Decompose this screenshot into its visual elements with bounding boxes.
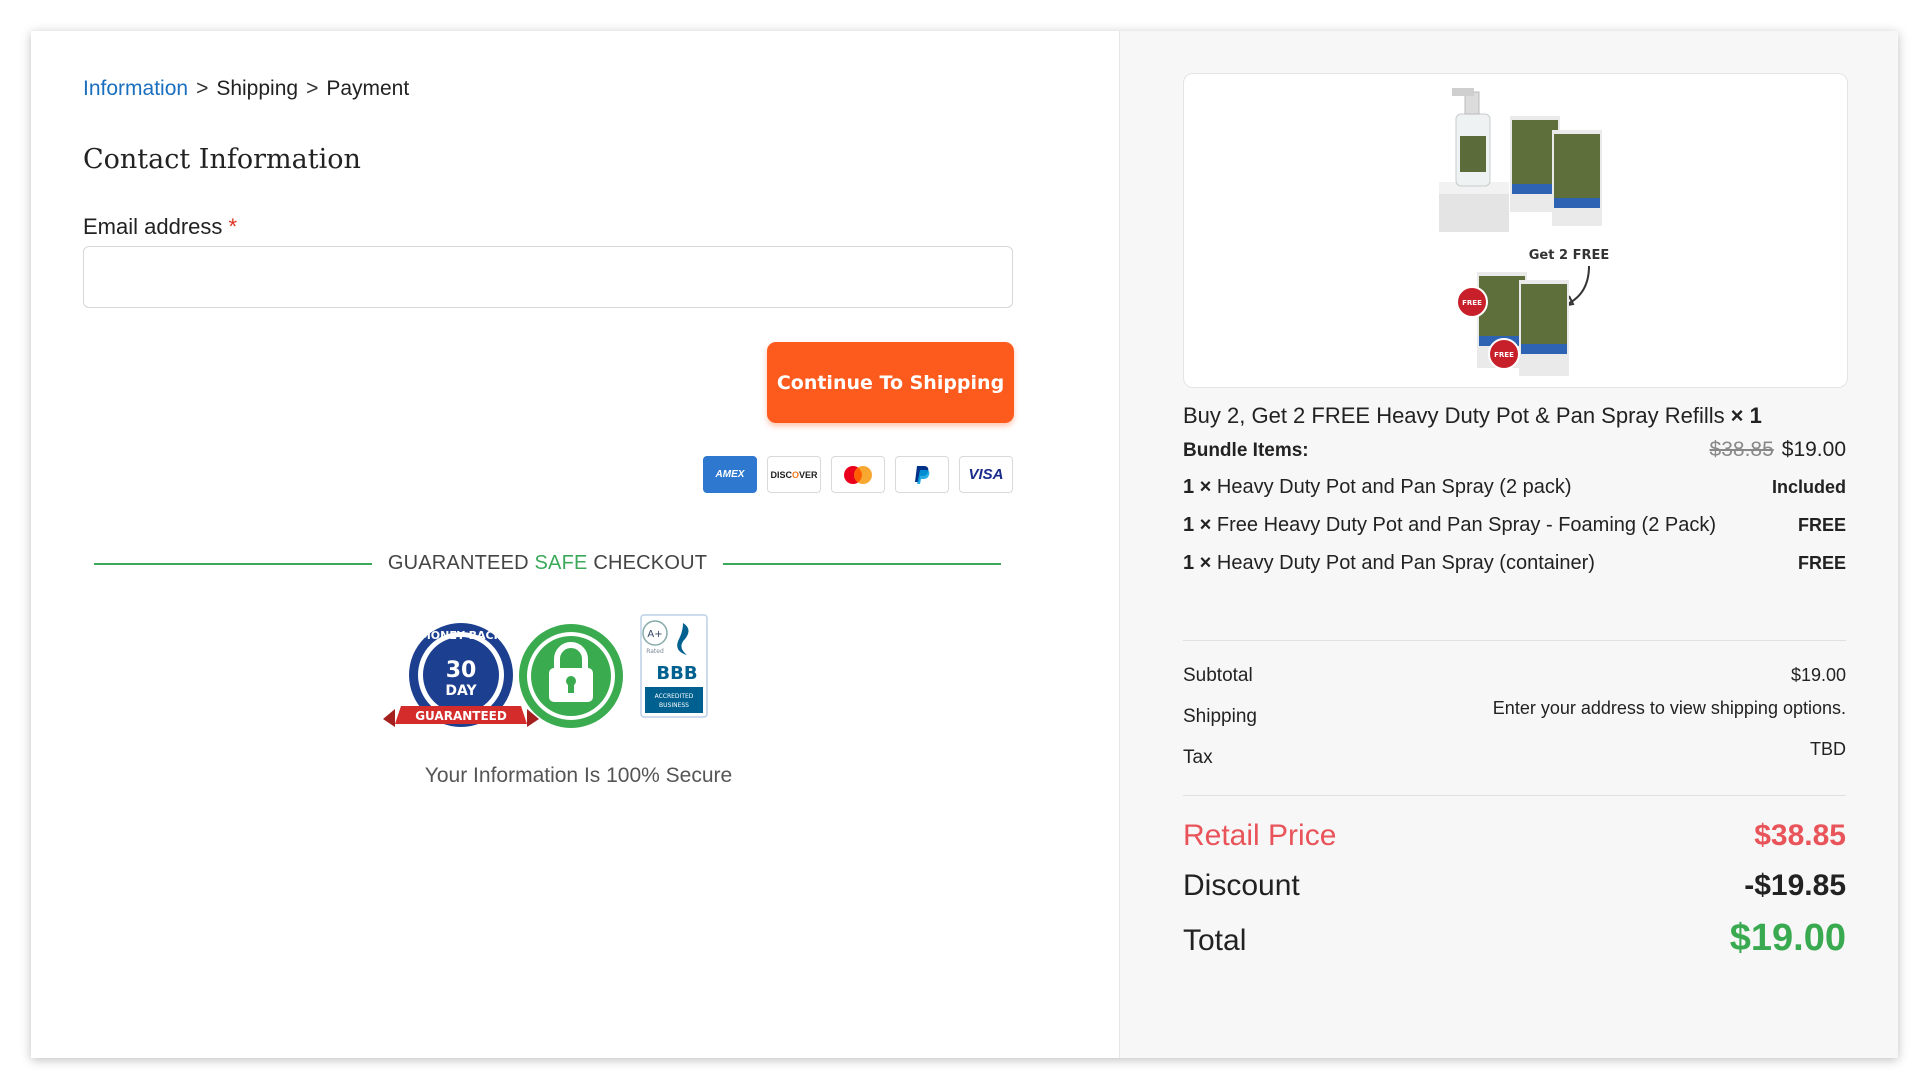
total-row: Total $19.00 <box>1183 917 1846 960</box>
price-original: $38.85 <box>1709 438 1774 461</box>
product-name: Buy 2, Get 2 FREE Heavy Duty Pot & Pan S… <box>1183 403 1725 428</box>
discover-icon: DISC O VER <box>767 456 821 493</box>
subtotal-label: Subtotal <box>1183 665 1253 686</box>
divider-line <box>94 562 372 565</box>
total-label: Total <box>1183 924 1247 957</box>
retail-price-value: $38.85 <box>1754 819 1846 852</box>
breadcrumb-separator: > <box>196 77 209 100</box>
continue-to-shipping-button[interactable]: Continue To Shipping <box>767 342 1014 423</box>
bundle-item-name: 1 × Heavy Duty Pot and Pan Spray (contai… <box>1183 552 1595 574</box>
breadcrumb-payment: Payment <box>326 77 410 100</box>
shipping-row: Shipping Enter your address to view ship… <box>1183 698 1846 728</box>
bundle-item-tag: Included <box>1771 477 1846 497</box>
svg-text:BUSINESS: BUSINESS <box>659 702 689 709</box>
discount-label: Discount <box>1183 869 1300 902</box>
divider-line <box>723 562 1001 565</box>
visa-icon: VISA <box>959 456 1013 493</box>
svg-text:GUARANTEED: GUARANTEED <box>415 709 507 723</box>
svg-text:FREE: FREE <box>1462 299 1482 307</box>
svg-text:FREE: FREE <box>1494 351 1514 359</box>
email-input[interactable] <box>83 246 1013 308</box>
svg-text:DAY: DAY <box>445 683 477 699</box>
bundle-item-row: 1 × Free Heavy Duty Pot and Pan Spray - … <box>1183 514 1846 537</box>
tax-row: Tax TBD <box>1183 739 1846 769</box>
price-current: $19.00 <box>1781 438 1846 461</box>
svg-text:30: 30 <box>446 658 477 683</box>
bundle-item-tag: FREE <box>1797 553 1846 573</box>
bundle-item-row: 1 × Heavy Duty Pot and Pan Spray (2 pack… <box>1183 476 1846 499</box>
retail-price-label: Retail Price <box>1183 819 1337 852</box>
product-title: Buy 2, Get 2 FREE Heavy Duty Pot & Pan S… <box>1183 403 1762 429</box>
breadcrumb-shipping: Shipping <box>216 77 299 100</box>
product-image: Get 2 FREE FREE FREE <box>1183 73 1848 388</box>
required-mark: * <box>228 214 238 239</box>
bundle-items-label: Bundle Items: <box>1183 440 1309 461</box>
totals-divider <box>1183 795 1846 796</box>
svg-text:Rated: Rated <box>646 648 664 655</box>
product-quantity: × 1 <box>1730 403 1762 428</box>
secure-information-text: Your Information Is 100% Secure <box>424 764 733 787</box>
breadcrumb: Information > Shipping > Payment <box>83 77 409 101</box>
bundle-item-name: 1 × Heavy Duty Pot and Pan Spray (2 pack… <box>1183 476 1572 498</box>
free-pouches-image: FREE FREE <box>1456 272 1569 376</box>
summary-divider <box>1183 640 1846 641</box>
subtotal-row: Subtotal $19.00 <box>1183 665 1846 687</box>
retail-price-row: Retail Price $38.85 <box>1183 819 1846 853</box>
get-2-free-caption: Get 2 FREE <box>1529 248 1609 263</box>
mastercard-icon <box>831 456 885 493</box>
bundle-item-name: 1 × Free Heavy Duty Pot and Pan Spray - … <box>1183 514 1717 536</box>
email-label: Email address * <box>83 214 237 240</box>
shipping-value: Enter your address to view shipping opti… <box>1492 698 1846 718</box>
checkout-form-panel: Information > Shipping > Payment Contact Inf… <box>31 31 1119 1058</box>
guaranteed-safe-checkout: GUARANTEED SAFE CHECKOUT <box>94 552 1001 575</box>
guaranteed-safe-checkout-label: GUARANTEED SAFE CHECKOUT <box>387 552 708 574</box>
shipping-label: Shipping <box>1183 706 1257 727</box>
breadcrumb-separator: > <box>306 77 319 100</box>
svg-text:ACCREDITED: ACCREDITED <box>655 693 694 700</box>
svg-text:A+: A+ <box>647 629 662 640</box>
order-summary-panel: Get 2 FREE FREE FREE Buy 2, Get 2 FREE H… <box>1119 31 1898 1058</box>
bundle-item-row: 1 × Heavy Duty Pot and Pan Spray (contai… <box>1183 552 1846 575</box>
checkout-card: Information > Shipping > Payment Contact Inf… <box>31 31 1898 1058</box>
payment-icons: AMEX DISC O VER VISA <box>703 456 1013 493</box>
amex-icon: AMEX <box>703 456 757 493</box>
total-value: $19.00 <box>1729 917 1846 959</box>
bundle-price: $38.85 $19.00 <box>1710 438 1846 462</box>
bundle-item-tag: FREE <box>1797 515 1846 535</box>
tax-label: Tax <box>1183 747 1213 768</box>
money-back-guarantee-badge: MONEY BACK 30 DAY GUARANTEED <box>383 623 539 727</box>
discount-row: Discount -$19.85 <box>1183 869 1846 903</box>
email-label-text: Email address <box>83 214 223 239</box>
breadcrumb-information[interactable]: Information <box>83 77 188 100</box>
product-bundle-image <box>1439 88 1602 232</box>
tax-value: TBD <box>1810 739 1846 759</box>
subtotal-value: $19.00 <box>1790 665 1846 685</box>
trust-badges: MONEY BACK 30 DAY GUARANTEED A+ Rated BB… <box>383 614 708 728</box>
bbb-accredited-badge: A+ Rated BBB ACCREDITED BUSINESS <box>640 614 708 718</box>
svg-text:BBB: BBB <box>656 663 697 684</box>
discount-value: -$19.85 <box>1744 869 1846 902</box>
paypal-icon <box>895 456 949 493</box>
contact-information-title: Contact Information <box>83 144 361 175</box>
padlock-badge <box>519 624 623 728</box>
svg-text:MONEY BACK: MONEY BACK <box>420 629 503 642</box>
bundle-items-row: Bundle Items: $38.85 $19.00 <box>1183 438 1846 462</box>
